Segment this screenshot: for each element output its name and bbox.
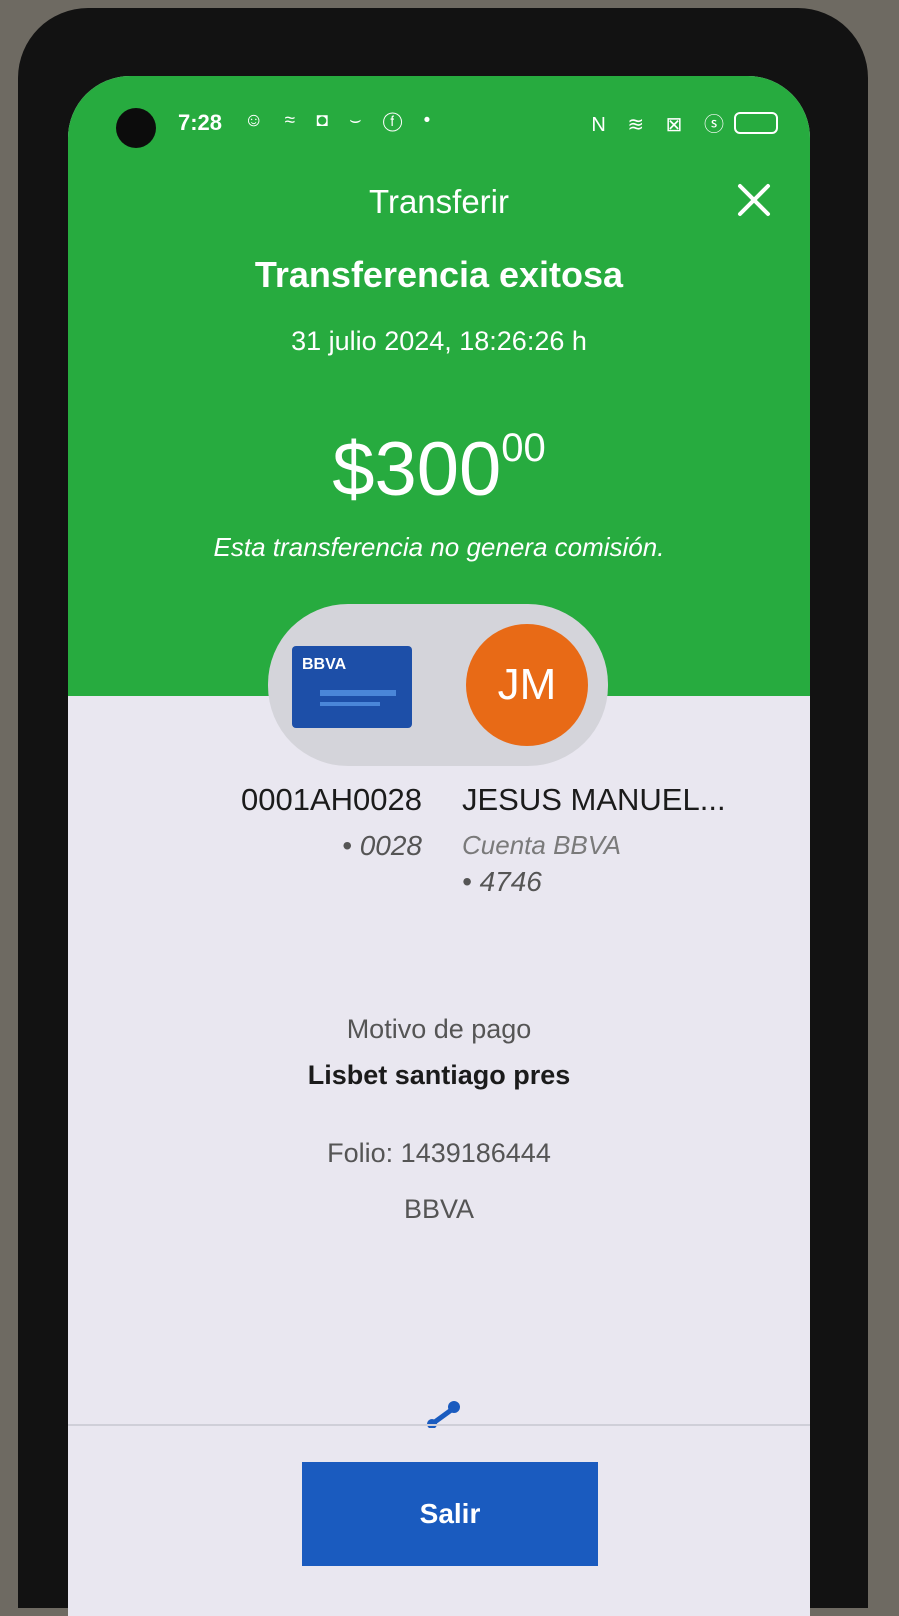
exit-button[interactable]: Salir [302, 1462, 598, 1566]
header-background [68, 76, 810, 696]
transfer-datetime: 31 julio 2024, 18:26:26 h [291, 326, 587, 356]
folio-number: Folio: 1439186444 [327, 1138, 551, 1168]
payment-reason-value: Lisbet santiago pres [307, 1060, 571, 1090]
fee-note: Esta transferencia no genera comisión. [213, 532, 665, 562]
origin-account-suffix: • 0028 [342, 830, 422, 861]
phone-frame: 7:28 ☺ ≈ ◘ ⌣ ⓕ • N ≋ ⊠ ⓢ Transferir Tran… [18, 8, 868, 1616]
recipient-bank: Cuenta BBVA [462, 830, 621, 860]
transfer-amount: $30000 [68, 426, 810, 513]
notification-icons: ☺ ≈ ◘ ⌣ ⓕ • [244, 110, 439, 131]
app-screen: 7:28 ☺ ≈ ◘ ⌣ ⓕ • N ≋ ⊠ ⓢ Transferir Tran… [68, 76, 810, 1616]
card-stripe [320, 690, 396, 696]
recipient-account-suffix: • 4746 [462, 866, 542, 897]
front-camera [116, 108, 156, 148]
origin-account: 0001AH0028 [241, 782, 422, 817]
amount-integer: $300 [332, 427, 502, 512]
payment-reason-label: Motivo de pago [346, 1014, 532, 1044]
card-logo: BBVA [302, 656, 347, 673]
origin-card-icon: BBVA [292, 646, 412, 728]
recipient-avatar: JM [466, 624, 588, 746]
recipient-name: JESUS MANUEL... [462, 782, 726, 817]
card-stripe [320, 702, 380, 706]
bank-name: BBVA [403, 1194, 475, 1224]
success-title: Transferencia exitosa [254, 254, 624, 295]
close-icon [738, 184, 770, 216]
status-time: 7:28 [178, 110, 223, 135]
system-status-icons: N ≋ ⊠ ⓢ [591, 114, 732, 136]
battery-icon [734, 112, 778, 134]
close-button[interactable] [734, 180, 774, 220]
page-title: Transferir [369, 183, 509, 220]
amount-cents: 00 [501, 426, 546, 470]
footer-divider [68, 1424, 810, 1426]
